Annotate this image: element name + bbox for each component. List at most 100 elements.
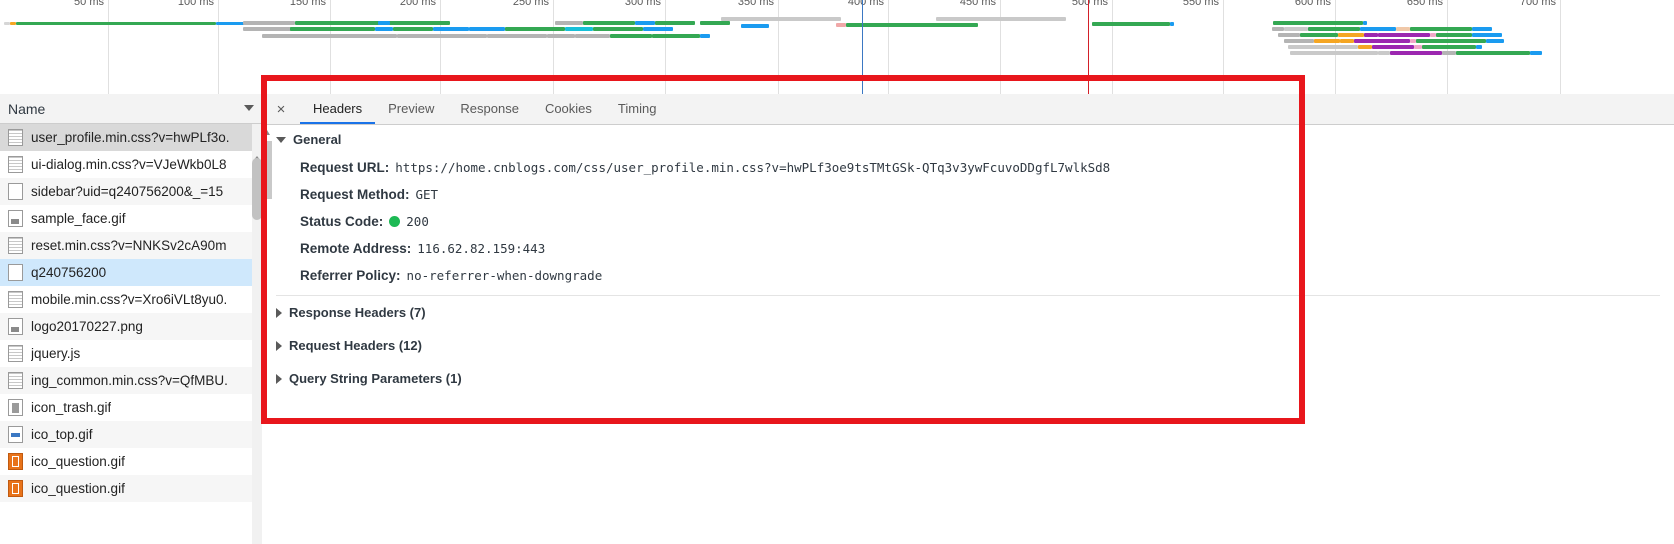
tab-response[interactable]: Response [447, 94, 532, 124]
waterfall-bar [1338, 33, 1364, 37]
list-item-label: mobile.min.css?v=Xro6iVLt8yu0. [31, 292, 228, 307]
collapsed-section-header[interactable]: Response Headers (7) [262, 296, 1674, 329]
waterfall-bar [1390, 51, 1442, 55]
list-item[interactable]: user_profile.min.css?v=hwPLf3o. [0, 124, 262, 151]
dom-content-loaded-marker [862, 0, 863, 94]
timeline-tick-label: 50 ms [74, 0, 104, 8]
waterfall-bar [390, 21, 450, 25]
general-row-value: https://home.cnblogs.com/css/user_profil… [395, 160, 1111, 175]
network-request-list[interactable]: Name user_profile.min.css?v=hwPLf3o. ui-d… [0, 94, 263, 544]
detail-scroll-thumb[interactable] [263, 141, 272, 199]
script-file-icon [8, 345, 23, 362]
general-row-value: 116.62.82.159:443 [417, 241, 546, 256]
sort-descending-icon[interactable] [244, 105, 254, 111]
waterfall-bar [1416, 39, 1486, 43]
waterfall-bar [1340, 39, 1354, 43]
filelist-scrollbar[interactable] [252, 124, 262, 544]
timeline-gridline [778, 0, 779, 94]
waterfall-bar [1472, 33, 1502, 37]
list-item-label: ico_top.gif [31, 427, 93, 442]
collapsed-section-header[interactable]: Request Headers (12) [262, 329, 1674, 362]
general-row: Status Code: 200 [262, 208, 1674, 235]
general-row-value: no-referrer-when-downgrade [406, 268, 603, 283]
waterfall-bar [565, 27, 593, 31]
list-item[interactable]: ico_top.gif [0, 421, 262, 448]
timeline-gridline [665, 0, 666, 94]
list-item[interactable]: ico_question.gif [0, 475, 262, 502]
filelist-header[interactable]: Name [0, 94, 262, 124]
timeline-tick-label: 600 ms [1294, 0, 1331, 8]
document-icon [8, 183, 23, 200]
css-file-icon [8, 237, 23, 254]
list-item[interactable]: sidebar?uid=q240756200&_=15 [0, 178, 262, 205]
waterfall-bar [1290, 51, 1378, 55]
list-item[interactable]: reset.min.css?v=NNKSv2cA90m [0, 232, 262, 259]
list-item-label: logo20170227.png [31, 319, 143, 334]
general-row: Referrer Policy: no-referrer-when-downgra… [262, 262, 1674, 289]
list-item[interactable]: icon_trash.gif [0, 394, 262, 421]
waterfall-bar [1436, 33, 1472, 37]
css-file-icon [8, 291, 23, 308]
list-item[interactable]: ui-dialog.min.css?v=VJeWkb0L8 [0, 151, 262, 178]
list-item[interactable]: q240756200 [0, 259, 262, 286]
list-item[interactable]: jquery.js [0, 340, 262, 367]
column-header-name: Name [8, 101, 46, 117]
top-image-icon [8, 426, 23, 443]
tab-preview[interactable]: Preview [375, 94, 447, 124]
list-item[interactable]: mobile.min.css?v=Xro6iVLt8yu0. [0, 286, 262, 313]
timeline-gridline [1000, 0, 1001, 94]
waterfall-bar [936, 17, 1066, 21]
waterfall-bar [655, 21, 695, 25]
image-file-icon [8, 210, 23, 227]
timeline-gridline [330, 0, 331, 94]
waterfall-bar [1170, 22, 1174, 26]
waterfall-bar [846, 23, 978, 27]
timeline-tick-label: 650 ms [1406, 0, 1443, 8]
waterfall-bar [652, 34, 700, 38]
waterfall-bar [836, 23, 846, 27]
question-image-icon [8, 453, 23, 470]
css-file-icon [8, 129, 23, 146]
timeline-gridline [1560, 0, 1561, 94]
status-ok-icon [389, 216, 401, 227]
collapsed-section-header[interactable]: Query String Parameters (1) [262, 362, 1674, 395]
list-item[interactable]: ico_question.gif [0, 448, 262, 475]
timeline-tick-label: 400 ms [847, 0, 884, 8]
general-section-header[interactable]: General [262, 125, 1674, 154]
trash-image-icon [8, 399, 23, 416]
waterfall-bar [505, 27, 565, 31]
waterfall-bar [1422, 45, 1476, 49]
waterfall-bar [1530, 51, 1542, 55]
waterfall-bar [1278, 33, 1300, 37]
list-item-label: reset.min.css?v=NNKSv2cA90m [31, 238, 227, 253]
general-row: Remote Address: 116.62.82.159:443 [262, 235, 1674, 262]
waterfall-bar [1410, 27, 1472, 31]
network-overview-timeline[interactable]: 50 ms 100 ms 150 ms 200 ms 250 ms 300 ms 350 m… [0, 0, 1674, 95]
detail-scrollbar[interactable] [262, 125, 273, 544]
waterfall-bar [1354, 39, 1410, 43]
filelist-rows[interactable]: user_profile.min.css?v=hwPLf3o. ui-dialog… [0, 124, 262, 502]
waterfall-bar [393, 27, 433, 31]
waterfall-bar [469, 27, 505, 31]
waterfall-bar [721, 17, 841, 21]
close-icon[interactable]: × [268, 96, 294, 122]
collapsed-section-title: Request Headers (12) [289, 338, 422, 353]
list-item[interactable]: ing_common.min.css?v=QfMBU. [0, 367, 262, 394]
image-file-icon [8, 318, 23, 335]
load-event-marker [1088, 0, 1089, 94]
waterfall-bar [575, 34, 610, 38]
detail-scroll-up-icon[interactable] [264, 130, 270, 135]
waterfall-bar [1456, 51, 1530, 55]
waterfall-bar [16, 22, 216, 25]
detail-tab-bar: × Headers Preview Response Cookies Timing [262, 94, 1674, 125]
tab-cookies[interactable]: Cookies [532, 94, 605, 124]
list-item[interactable]: sample_face.gif [0, 205, 262, 232]
waterfall-bar [262, 34, 397, 38]
waterfall-bar [1284, 39, 1314, 43]
timeline-gridline [1112, 0, 1113, 94]
list-item[interactable]: logo20170227.png [0, 313, 262, 340]
tab-timing[interactable]: Timing [605, 94, 670, 124]
tab-headers[interactable]: Headers [300, 94, 376, 124]
filelist-scroll-thumb[interactable] [252, 158, 262, 220]
timeline-tick-label: 150 ms [289, 0, 326, 8]
